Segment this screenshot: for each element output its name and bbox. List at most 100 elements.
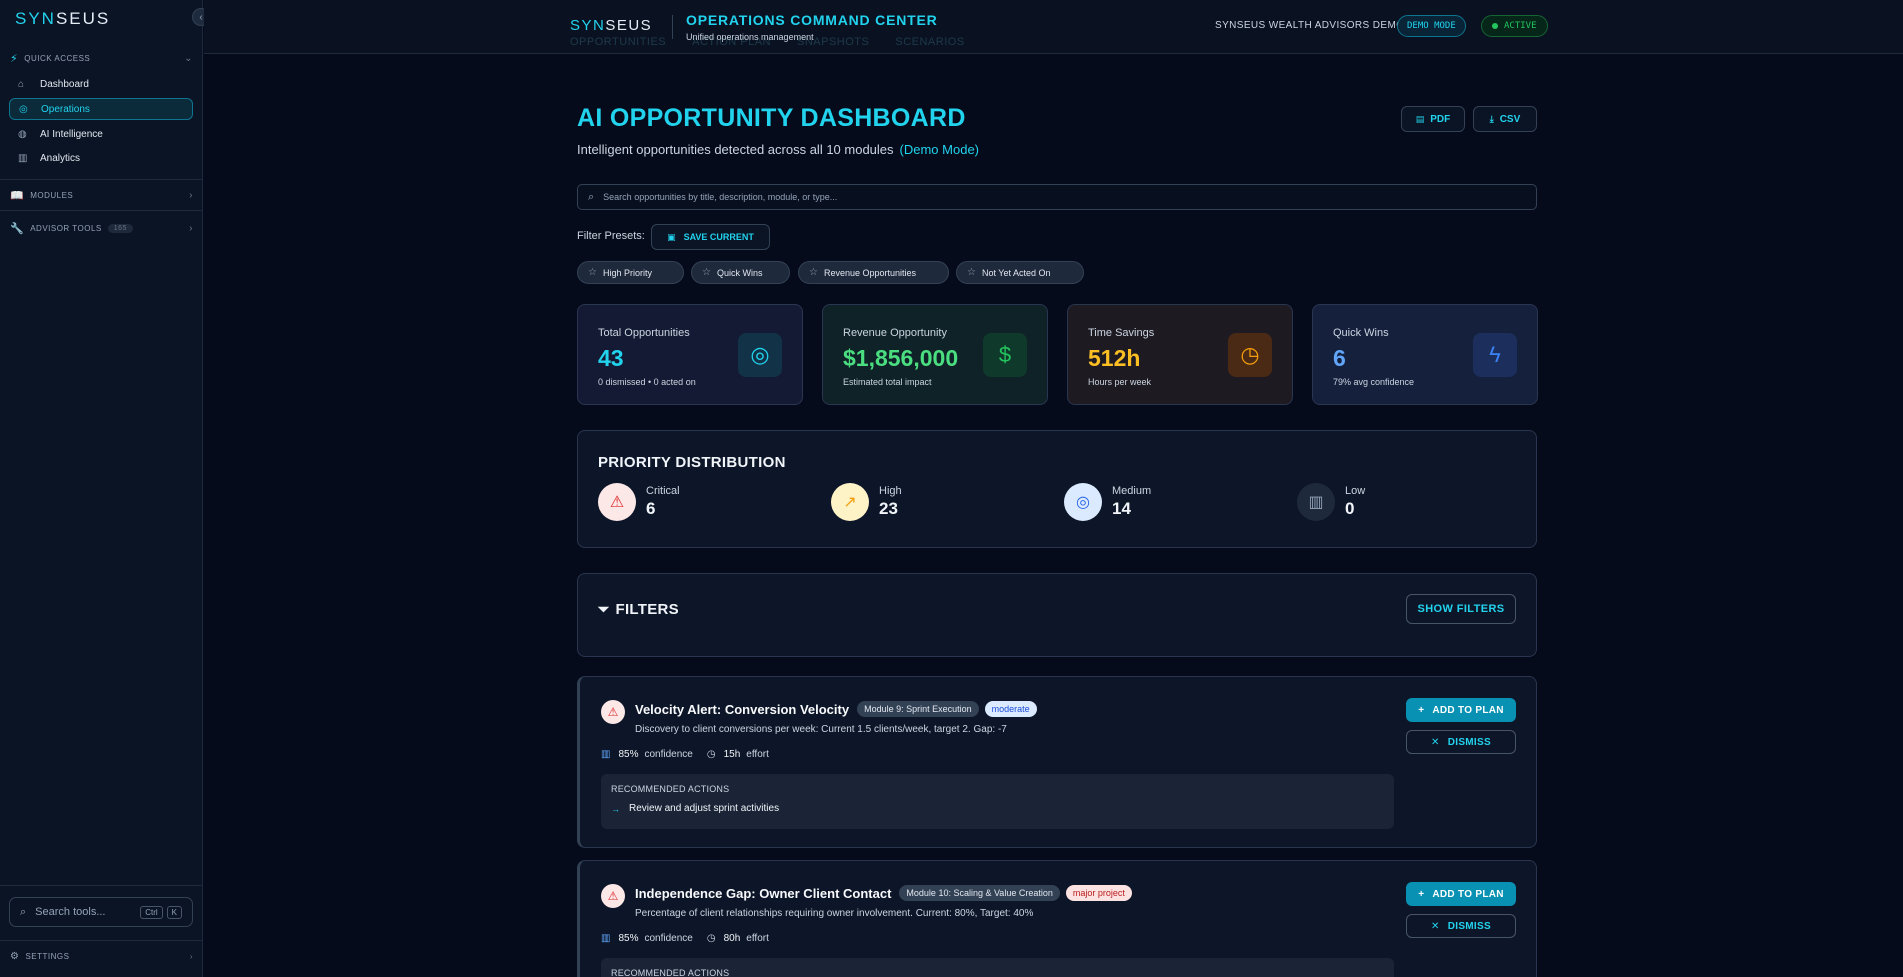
alert-triangle-icon: ⚠ — [598, 483, 636, 521]
clock-icon: ◷ — [1228, 333, 1272, 377]
topbar-brand-logo[interactable]: SYNSEUS — [570, 17, 652, 34]
sidebar-brand-logo[interactable]: SYNSEUS — [15, 9, 110, 29]
sidebar-settings[interactable]: ⚙ SETTINGS › — [0, 945, 203, 967]
advisor-tools-section-header[interactable]: 🔧 ADVISOR TOOLS 165 › — [0, 218, 203, 238]
priority-distribution-title: PRIORITY DISTRIBUTION — [598, 454, 786, 471]
sidebar-tool-search[interactable]: ⌕ Search tools... Ctrl K — [9, 897, 193, 927]
chevron-right-icon: › — [189, 189, 193, 201]
bar-chart-icon: ▥ — [601, 933, 611, 944]
keyboard-shortcut: Ctrl K — [136, 905, 182, 919]
preset-label: Revenue Opportunities — [823, 267, 917, 278]
dollar-icon: $ — [983, 333, 1027, 377]
arrow-right-icon: → — [611, 803, 620, 814]
priority-value: 6 — [646, 499, 656, 518]
preset-chip-high-priority[interactable]: ☆ High Priority — [577, 261, 684, 284]
brand-part-a: SYN — [15, 9, 56, 28]
quick-access-label: QUICK ACCESS — [24, 53, 91, 63]
clock-icon: ◷ — [706, 749, 716, 760]
kbd-ctrl: Ctrl — [140, 905, 163, 919]
filters-title: ⏷ FILTERS — [598, 601, 679, 618]
show-filters-button[interactable]: SHOW FILTERS — [1406, 594, 1516, 624]
modules-label: MODULES — [30, 190, 74, 200]
brand-part-a: SYN — [570, 17, 606, 34]
preset-chip-revenue-opportunities[interactable]: ☆ Revenue Opportunities — [798, 261, 949, 284]
sidebar: SYNSEUS ⚡ QUICK ACCESS ⌄ ⌂ Dashboard ◎ O… — [0, 0, 203, 977]
effort-label: effort — [746, 749, 769, 760]
quick-access-section-header[interactable]: ⚡ QUICK ACCESS ⌄ — [0, 48, 203, 68]
save-icon: ▣ — [667, 231, 676, 242]
save-current-preset-button[interactable]: ▣ SAVE CURRENT — [651, 224, 770, 250]
dismiss-label: DISMISS — [1447, 736, 1491, 748]
stat-value: 43 — [598, 345, 624, 371]
stat-sub: 0 dismissed • 0 acted on — [598, 377, 696, 387]
priority-label: Critical — [646, 485, 680, 497]
dismiss-button[interactable]: ✕ DISMISS — [1406, 730, 1516, 754]
lightning-icon: ⚡ — [10, 52, 19, 65]
status-dot-icon — [1492, 23, 1498, 29]
home-icon: ⌂ — [18, 78, 25, 90]
dismiss-button[interactable]: ✕ DISMISS — [1406, 914, 1516, 938]
add-to-plan-button[interactable]: + ADD TO PLAN — [1406, 698, 1516, 722]
subtitle-text: Intelligent opportunities detected acros… — [577, 142, 894, 157]
priority-critical: ⚠ Critical 6 — [598, 483, 680, 521]
sidebar-search-placeholder: Search tools... — [35, 906, 106, 918]
opportunity-title: Velocity Alert: Conversion Velocity Modu… — [635, 701, 1037, 717]
demo-mode-badge: DEMO MODE — [1397, 15, 1466, 37]
chevron-left-icon: ‹ — [199, 11, 203, 23]
star-icon: ☆ — [967, 267, 976, 278]
export-csv-button[interactable]: ⤓ CSV — [1473, 106, 1537, 132]
preset-label: Quick Wins — [716, 267, 763, 278]
bar-chart-icon: ▥ — [1297, 483, 1335, 521]
opportunity-title-text: Independence Gap: Owner Client Contact — [635, 885, 892, 901]
sidebar-divider — [0, 940, 203, 941]
filters-panel: ⏷ FILTERS SHOW FILTERS — [577, 573, 1537, 657]
confidence-label: confidence — [644, 749, 693, 760]
demo-mode-tag: (Demo Mode) — [899, 142, 979, 157]
opportunity-description: Percentage of client relationships requi… — [635, 908, 1034, 919]
advisor-tools-count-badge: 165 — [107, 223, 133, 233]
opportunity-search-input[interactable]: ⌕ Search opportunities by title, descrip… — [577, 184, 1537, 210]
preset-chip-quick-wins[interactable]: ☆ Quick Wins — [691, 261, 790, 284]
export-pdf-label: PDF — [1430, 113, 1451, 125]
preset-chip-not-yet-acted-on[interactable]: ☆ Not Yet Acted On — [956, 261, 1084, 284]
sidebar-item-dashboard[interactable]: ⌂ Dashboard — [9, 73, 193, 95]
stat-sub: 79% avg confidence — [1333, 377, 1415, 387]
stat-card-time-savings: Time Savings 512h Hours per week ◷ — [1067, 304, 1293, 405]
export-pdf-button[interactable]: ▤ PDF — [1401, 106, 1465, 132]
status-label: ACTIVE — [1504, 21, 1537, 31]
file-icon: ▤ — [1415, 113, 1425, 124]
download-icon: ⤓ — [1489, 113, 1494, 124]
stat-card-total-opportunities: Total Opportunities 43 0 dismissed • 0 a… — [577, 304, 803, 405]
modules-section-header[interactable]: 📖 MODULES › — [0, 185, 203, 205]
priority-high: ↗ High 23 — [831, 483, 902, 521]
alert-triangle-icon: ⚠ — [601, 700, 625, 724]
alert-triangle-icon: ⚠ — [601, 884, 625, 908]
effort-tag: major project — [1065, 885, 1132, 901]
advisor-tools-label: ADVISOR TOOLS — [30, 223, 102, 233]
module-tag: Module 9: Sprint Execution — [857, 701, 979, 717]
trending-up-icon: ↗ — [831, 483, 869, 521]
lightning-icon: ϟ — [1473, 333, 1517, 377]
save-current-label: SAVE CURRENT — [683, 232, 754, 242]
close-icon: ✕ — [1431, 920, 1440, 932]
sidebar-item-operations[interactable]: ◎ Operations — [9, 98, 193, 120]
sidebar-divider — [0, 210, 203, 211]
add-to-plan-button[interactable]: + ADD TO PLAN — [1406, 882, 1516, 906]
sidebar-item-label: Operations — [41, 103, 90, 115]
gear-icon: ⚙ — [10, 950, 20, 962]
priority-label: High — [879, 485, 902, 497]
priority-distribution-panel: PRIORITY DISTRIBUTION ⚠ Critical 6 ↗ High… — [577, 430, 1537, 548]
ghost-tab-opportunities[interactable]: OPPORTUNITIES — [570, 36, 666, 48]
recommended-actions-box: RECOMMENDED ACTIONS — [601, 958, 1394, 977]
effort-label: effort — [746, 933, 769, 944]
opportunity-card: ⚠ Independence Gap: Owner Client Contact… — [577, 860, 1537, 977]
sidebar-item-analytics[interactable]: ▥ Analytics — [9, 147, 193, 169]
priority-label: Medium — [1112, 485, 1152, 497]
sidebar-item-ai-intelligence[interactable]: ◍ AI Intelligence — [9, 123, 193, 145]
sidebar-divider — [0, 885, 203, 886]
topbar-separator — [672, 15, 673, 39]
kbd-k: K — [166, 905, 182, 919]
ghost-tab-scenarios[interactable]: SCENARIOS — [895, 36, 964, 48]
stat-value: 512h — [1088, 345, 1141, 371]
target-icon: ◎ — [1064, 483, 1102, 521]
